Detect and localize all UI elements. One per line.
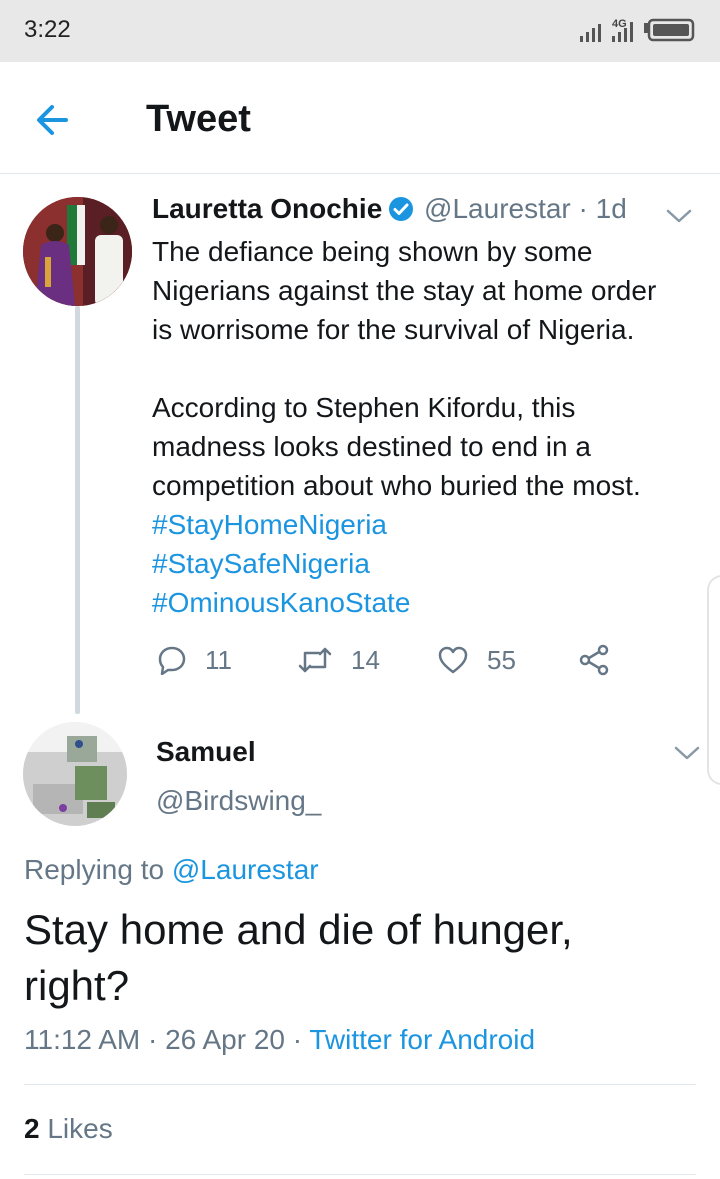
chevron-down-icon	[666, 209, 692, 223]
reply-timestamp: 11:12 AM · 26 Apr 20 ·	[24, 1024, 303, 1055]
tweet-header: Lauretta Onochie @Laurestar · 1d	[152, 193, 627, 229]
divider	[24, 1174, 696, 1175]
author-handle[interactable]: @Laurestar	[424, 193, 571, 224]
retweet-count: 14	[351, 644, 380, 675]
reply-button[interactable]: 11	[157, 638, 232, 682]
heart-icon	[438, 646, 468, 674]
tweet-text-line: madness looks destined to end in a	[152, 431, 591, 462]
page-title: Tweet	[146, 98, 251, 140]
chevron-down-icon	[674, 746, 700, 760]
thread-connector	[75, 306, 80, 714]
battery-icon	[644, 18, 695, 42]
hashtag-link[interactable]: #StaySafeNigeria	[152, 544, 712, 583]
reply-author-handle[interactable]: @Birdswing_	[156, 785, 321, 817]
retweet-button[interactable]: 14	[297, 638, 380, 682]
retweet-icon	[298, 647, 332, 673]
edge-drawer-handle[interactable]	[707, 575, 720, 785]
author-avatar[interactable]	[23, 197, 132, 306]
reply-author-name[interactable]: Samuel	[156, 736, 256, 768]
reply-meta: 11:12 AM · 26 Apr 20 · Twitter for Andro…	[24, 1024, 535, 1056]
like-button[interactable]: 55	[437, 638, 516, 682]
like-count: 55	[487, 644, 516, 675]
tweet-actions: 11 14 55	[152, 638, 632, 682]
share-button[interactable]	[578, 638, 628, 682]
status-time: 3:22	[24, 16, 71, 43]
replying-to-mention[interactable]: @Laurestar	[172, 854, 319, 885]
tweet-text-line: According to Stephen Kifordu, this	[152, 392, 576, 423]
hashtag-link[interactable]: #OminousKanoState	[152, 583, 712, 622]
tweet-text-line: Nigerians against the stay at home order	[152, 275, 657, 306]
tweet-menu-chevron[interactable]	[664, 203, 694, 227]
hashtag-link[interactable]: #StayHomeNigeria	[152, 505, 712, 544]
reply-source-link[interactable]: Twitter for Android	[309, 1024, 535, 1055]
replying-to: Replying to @Laurestar	[24, 854, 319, 886]
likes-count: 2	[24, 1113, 40, 1144]
status-icons: 4G	[558, 16, 698, 46]
author-name[interactable]: Lauretta Onochie	[152, 193, 382, 224]
divider	[24, 1084, 696, 1085]
tweet-body: The defiance being shown by some Nigeria…	[152, 232, 712, 622]
share-icon	[579, 644, 609, 676]
app-bar: Tweet	[0, 62, 720, 174]
reply-author-avatar[interactable]	[23, 722, 127, 826]
tweet-text-line: competition about who buried the most.	[152, 470, 641, 501]
back-button[interactable]	[30, 98, 80, 142]
tweet-text-line: The defiance being shown by some	[152, 236, 593, 267]
tweet-time-ago: · 1d	[578, 193, 627, 224]
back-arrow-icon	[37, 105, 68, 135]
replying-to-label: Replying to	[24, 854, 165, 885]
signal-icon	[580, 24, 601, 42]
verified-badge-icon	[388, 196, 414, 229]
likes-label: Likes	[47, 1113, 113, 1144]
reply-count: 11	[205, 644, 232, 675]
status-bar: 3:22 4G	[0, 0, 720, 62]
likes-summary[interactable]: 2 Likes	[24, 1113, 113, 1145]
reply-text: Stay home and die of hunger, right?	[24, 906, 573, 1009]
reply-icon	[158, 646, 186, 675]
tweet-text-line: is worrisome for the survival of Nigeria…	[152, 314, 635, 345]
reply-menu-chevron[interactable]	[672, 740, 702, 764]
